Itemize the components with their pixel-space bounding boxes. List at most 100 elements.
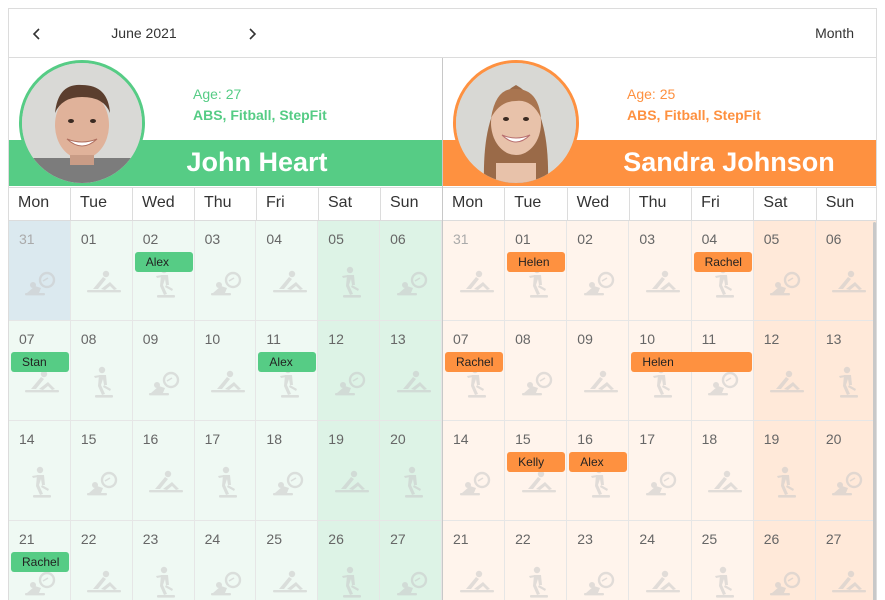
calendar-cell[interactable]: 19 bbox=[753, 421, 816, 521]
vertical-scrollbar[interactable] bbox=[873, 222, 876, 600]
weekday-header: Sun bbox=[390, 194, 419, 211]
calendar-cell[interactable]: 22 bbox=[505, 521, 568, 600]
appointment[interactable]: Stan bbox=[11, 352, 69, 372]
appointment[interactable]: Helen bbox=[631, 352, 752, 372]
calendar-cell[interactable]: 08 bbox=[505, 321, 568, 421]
appointment[interactable]: Helen bbox=[507, 252, 566, 272]
calendar-cell[interactable]: 02 bbox=[567, 221, 630, 321]
resource-panel-john: John Heart Age: 27 ABS, Fitball, StepFit Mo… bbox=[9, 58, 442, 600]
cell-date-number: 17 bbox=[639, 431, 655, 447]
calendar-cell[interactable]: 24 bbox=[194, 521, 257, 600]
date-navigator-caption[interactable]: June 2021 bbox=[84, 25, 204, 41]
calendar-cell[interactable]: 05 bbox=[753, 221, 816, 321]
fitball-icon bbox=[83, 465, 123, 499]
calendar-cell[interactable]: 26 bbox=[753, 521, 816, 600]
cell-date-number: 31 bbox=[453, 231, 469, 247]
cell-date-number: 23 bbox=[577, 531, 593, 547]
month-grid: 31 01 02 03 04 05 06 07 08 09 10 11 12 13 14 15 16 17 18 19… bbox=[443, 221, 876, 600]
calendar-cell[interactable]: 06 bbox=[380, 221, 442, 321]
cell-date-number: 05 bbox=[763, 231, 780, 247]
appointment[interactable]: Rachel bbox=[11, 552, 69, 572]
cell-date-number: 13 bbox=[390, 331, 406, 347]
fitball-icon bbox=[393, 565, 433, 599]
next-month-button[interactable] bbox=[239, 21, 265, 47]
resource-header: John Heart Age: 27 ABS, Fitball, StepFit bbox=[9, 58, 442, 187]
calendar-cell[interactable]: 08 bbox=[70, 321, 133, 421]
situp-icon bbox=[393, 365, 433, 399]
appointment[interactable]: Alex bbox=[569, 452, 628, 472]
calendar-cell[interactable]: 25 bbox=[256, 521, 319, 600]
cell-date-number: 12 bbox=[763, 331, 780, 347]
resource-skills: ABS, Fitball, StepFit bbox=[627, 107, 761, 123]
calendar-cell[interactable]: 31 bbox=[9, 221, 71, 321]
weekday-header: Sat bbox=[319, 188, 381, 220]
cell-date-number: 06 bbox=[825, 231, 842, 247]
calendar-cell[interactable]: 18 bbox=[256, 421, 319, 521]
calendar-cell[interactable]: 12 bbox=[318, 321, 381, 421]
cell-date-number: 17 bbox=[204, 431, 221, 447]
cell-date-number: 22 bbox=[80, 531, 97, 547]
cell-date-number: 14 bbox=[19, 431, 35, 447]
stepfit-icon bbox=[331, 265, 371, 299]
calendar-cell[interactable]: 16 bbox=[132, 421, 195, 521]
calendar-cell[interactable]: 13 bbox=[815, 321, 876, 421]
appointment[interactable]: Rachel bbox=[693, 252, 752, 272]
stepfit-icon bbox=[704, 565, 744, 599]
calendar-cell[interactable]: 12 bbox=[753, 321, 816, 421]
calendar-cell[interactable]: 03 bbox=[194, 221, 257, 321]
avatar-sandra bbox=[453, 60, 579, 186]
appointment[interactable]: Kelly bbox=[507, 452, 566, 472]
calendar-cell[interactable]: 25 bbox=[691, 521, 754, 600]
cell-date-number: 27 bbox=[825, 531, 842, 547]
weekday-header-row: Mon Tue Wed Thu Fri Sat Sun bbox=[443, 187, 876, 221]
calendar-cell[interactable]: 31 bbox=[443, 221, 506, 321]
calendar-cell[interactable]: 05 bbox=[318, 221, 381, 321]
previous-month-button[interactable] bbox=[24, 21, 50, 47]
calendar-cell[interactable]: 21 bbox=[443, 521, 506, 600]
calendar-cell[interactable]: 27 bbox=[815, 521, 876, 600]
calendar-cell[interactable]: 22 bbox=[70, 521, 133, 600]
calendar-cell[interactable]: 24 bbox=[629, 521, 692, 600]
cell-date-number: 04 bbox=[266, 231, 282, 247]
calendar-cell[interactable]: 27 bbox=[380, 521, 442, 600]
calendar-cell[interactable]: 06 bbox=[815, 221, 876, 321]
appointment[interactable]: Rachel bbox=[445, 352, 504, 372]
calendar-cell[interactable]: 17 bbox=[629, 421, 692, 521]
calendar-cell[interactable]: 23 bbox=[567, 521, 630, 600]
resource-age: Age: 25 bbox=[627, 86, 676, 102]
calendar-cell[interactable]: 09 bbox=[132, 321, 195, 421]
cell-date-number: 03 bbox=[639, 231, 655, 247]
calendar-cell[interactable]: 09 bbox=[567, 321, 630, 421]
calendar-cell[interactable]: 26 bbox=[318, 521, 381, 600]
cell-date-number: 20 bbox=[825, 431, 842, 447]
fitball-icon bbox=[828, 465, 868, 499]
calendar-cell[interactable]: 20 bbox=[815, 421, 876, 521]
calendar-cell[interactable]: 01 bbox=[70, 221, 133, 321]
calendar-cell[interactable]: 14 bbox=[443, 421, 506, 521]
view-switcher[interactable]: Month bbox=[815, 25, 854, 41]
weekday-header: Sat bbox=[754, 188, 817, 220]
cell-date-number: 08 bbox=[80, 331, 97, 347]
calendar-cell[interactable]: 10 bbox=[194, 321, 257, 421]
calendar-cell[interactable]: 13 bbox=[380, 321, 442, 421]
calendar-cell[interactable]: 19 bbox=[318, 421, 381, 521]
fitball-icon bbox=[456, 465, 496, 499]
calendar-cell[interactable]: 03 bbox=[629, 221, 692, 321]
calendar-cell[interactable]: 15 bbox=[70, 421, 133, 521]
calendar-cell[interactable]: 18 bbox=[691, 421, 754, 521]
cell-date-number: 16 bbox=[577, 431, 593, 447]
calendar-cell[interactable]: 23 bbox=[132, 521, 195, 600]
cell-date-number: 23 bbox=[142, 531, 159, 547]
calendar-cell[interactable]: 14 bbox=[9, 421, 71, 521]
appointment[interactable]: Alex bbox=[134, 252, 193, 272]
calendar-cell[interactable]: 04 bbox=[256, 221, 319, 321]
chevron-right-icon bbox=[249, 28, 257, 40]
calendar-cell[interactable]: 20 bbox=[380, 421, 442, 521]
weekday-header: Wed bbox=[133, 188, 195, 220]
weekday-header: Thu bbox=[630, 188, 693, 220]
appointment[interactable]: Alex bbox=[258, 352, 317, 372]
calendar-cell[interactable]: 17 bbox=[194, 421, 257, 521]
stepfit-icon bbox=[21, 465, 61, 499]
cell-date-number: 26 bbox=[763, 531, 780, 547]
situp-icon bbox=[828, 565, 868, 599]
